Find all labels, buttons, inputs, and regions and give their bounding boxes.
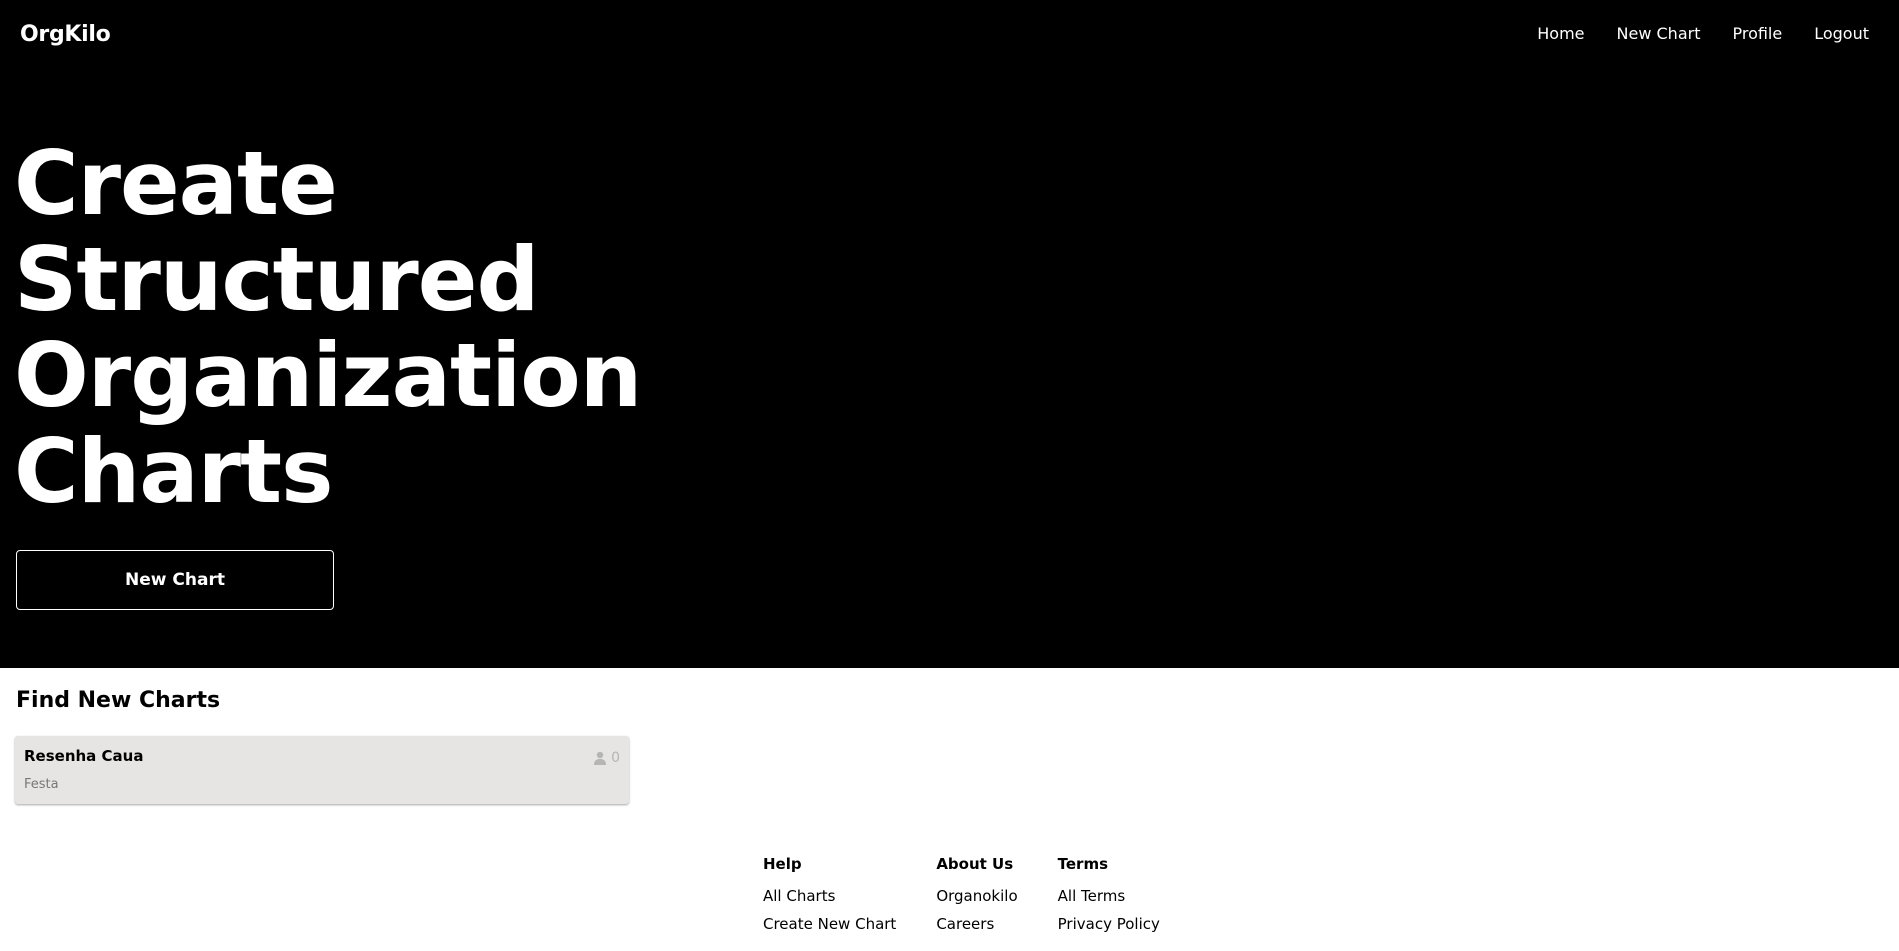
nav-logout[interactable]: Logout (1814, 24, 1869, 43)
footer-link-all-charts[interactable]: All Charts (763, 887, 896, 905)
headline-line: Structured (14, 228, 539, 331)
footer-col-terms: Terms All Terms Privacy Policy (1058, 855, 1160, 943)
hero-section: OrgKilo Home New Chart Profile Logout Cr… (0, 0, 1899, 668)
user-icon (594, 751, 607, 765)
top-nav: Home New Chart Profile Logout (1537, 24, 1869, 43)
logo[interactable]: OrgKilo (20, 22, 111, 47)
chart-card[interactable]: Resenha Caua Festa 0 (15, 736, 629, 804)
footer-heading: About Us (936, 855, 1014, 873)
footer: Help All Charts Create New Chart About U… (763, 855, 1160, 943)
footer-link-create-new-chart[interactable]: Create New Chart (763, 915, 896, 933)
member-count-value: 0 (611, 750, 620, 766)
footer-link-organokilo[interactable]: Organokilo (936, 887, 1017, 905)
hero-headline: Create Structured Organization Charts (14, 132, 642, 523)
footer-link-careers[interactable]: Careers (936, 915, 1017, 933)
nav-home[interactable]: Home (1537, 24, 1584, 43)
new-chart-button[interactable]: New Chart (16, 550, 334, 610)
footer-heading: Help (763, 855, 802, 873)
chart-card-title: Resenha Caua (24, 747, 144, 765)
find-charts-title: Find New Charts (16, 688, 221, 713)
footer-col-help: Help All Charts Create New Chart (763, 855, 896, 943)
nav-new-chart[interactable]: New Chart (1617, 24, 1701, 43)
nav-profile[interactable]: Profile (1732, 24, 1782, 43)
footer-link-privacy-policy[interactable]: Privacy Policy (1058, 915, 1160, 933)
footer-heading: Terms (1057, 855, 1109, 873)
headline-line: Create (14, 132, 338, 235)
member-count: 0 (593, 750, 620, 766)
footer-col-about: About Us Organokilo Careers (936, 855, 1017, 943)
headline-line: Charts (14, 420, 333, 523)
footer-link-all-terms[interactable]: All Terms (1058, 887, 1160, 905)
chart-card-category: Festa (24, 777, 59, 792)
headline-line: Organization (14, 324, 642, 427)
